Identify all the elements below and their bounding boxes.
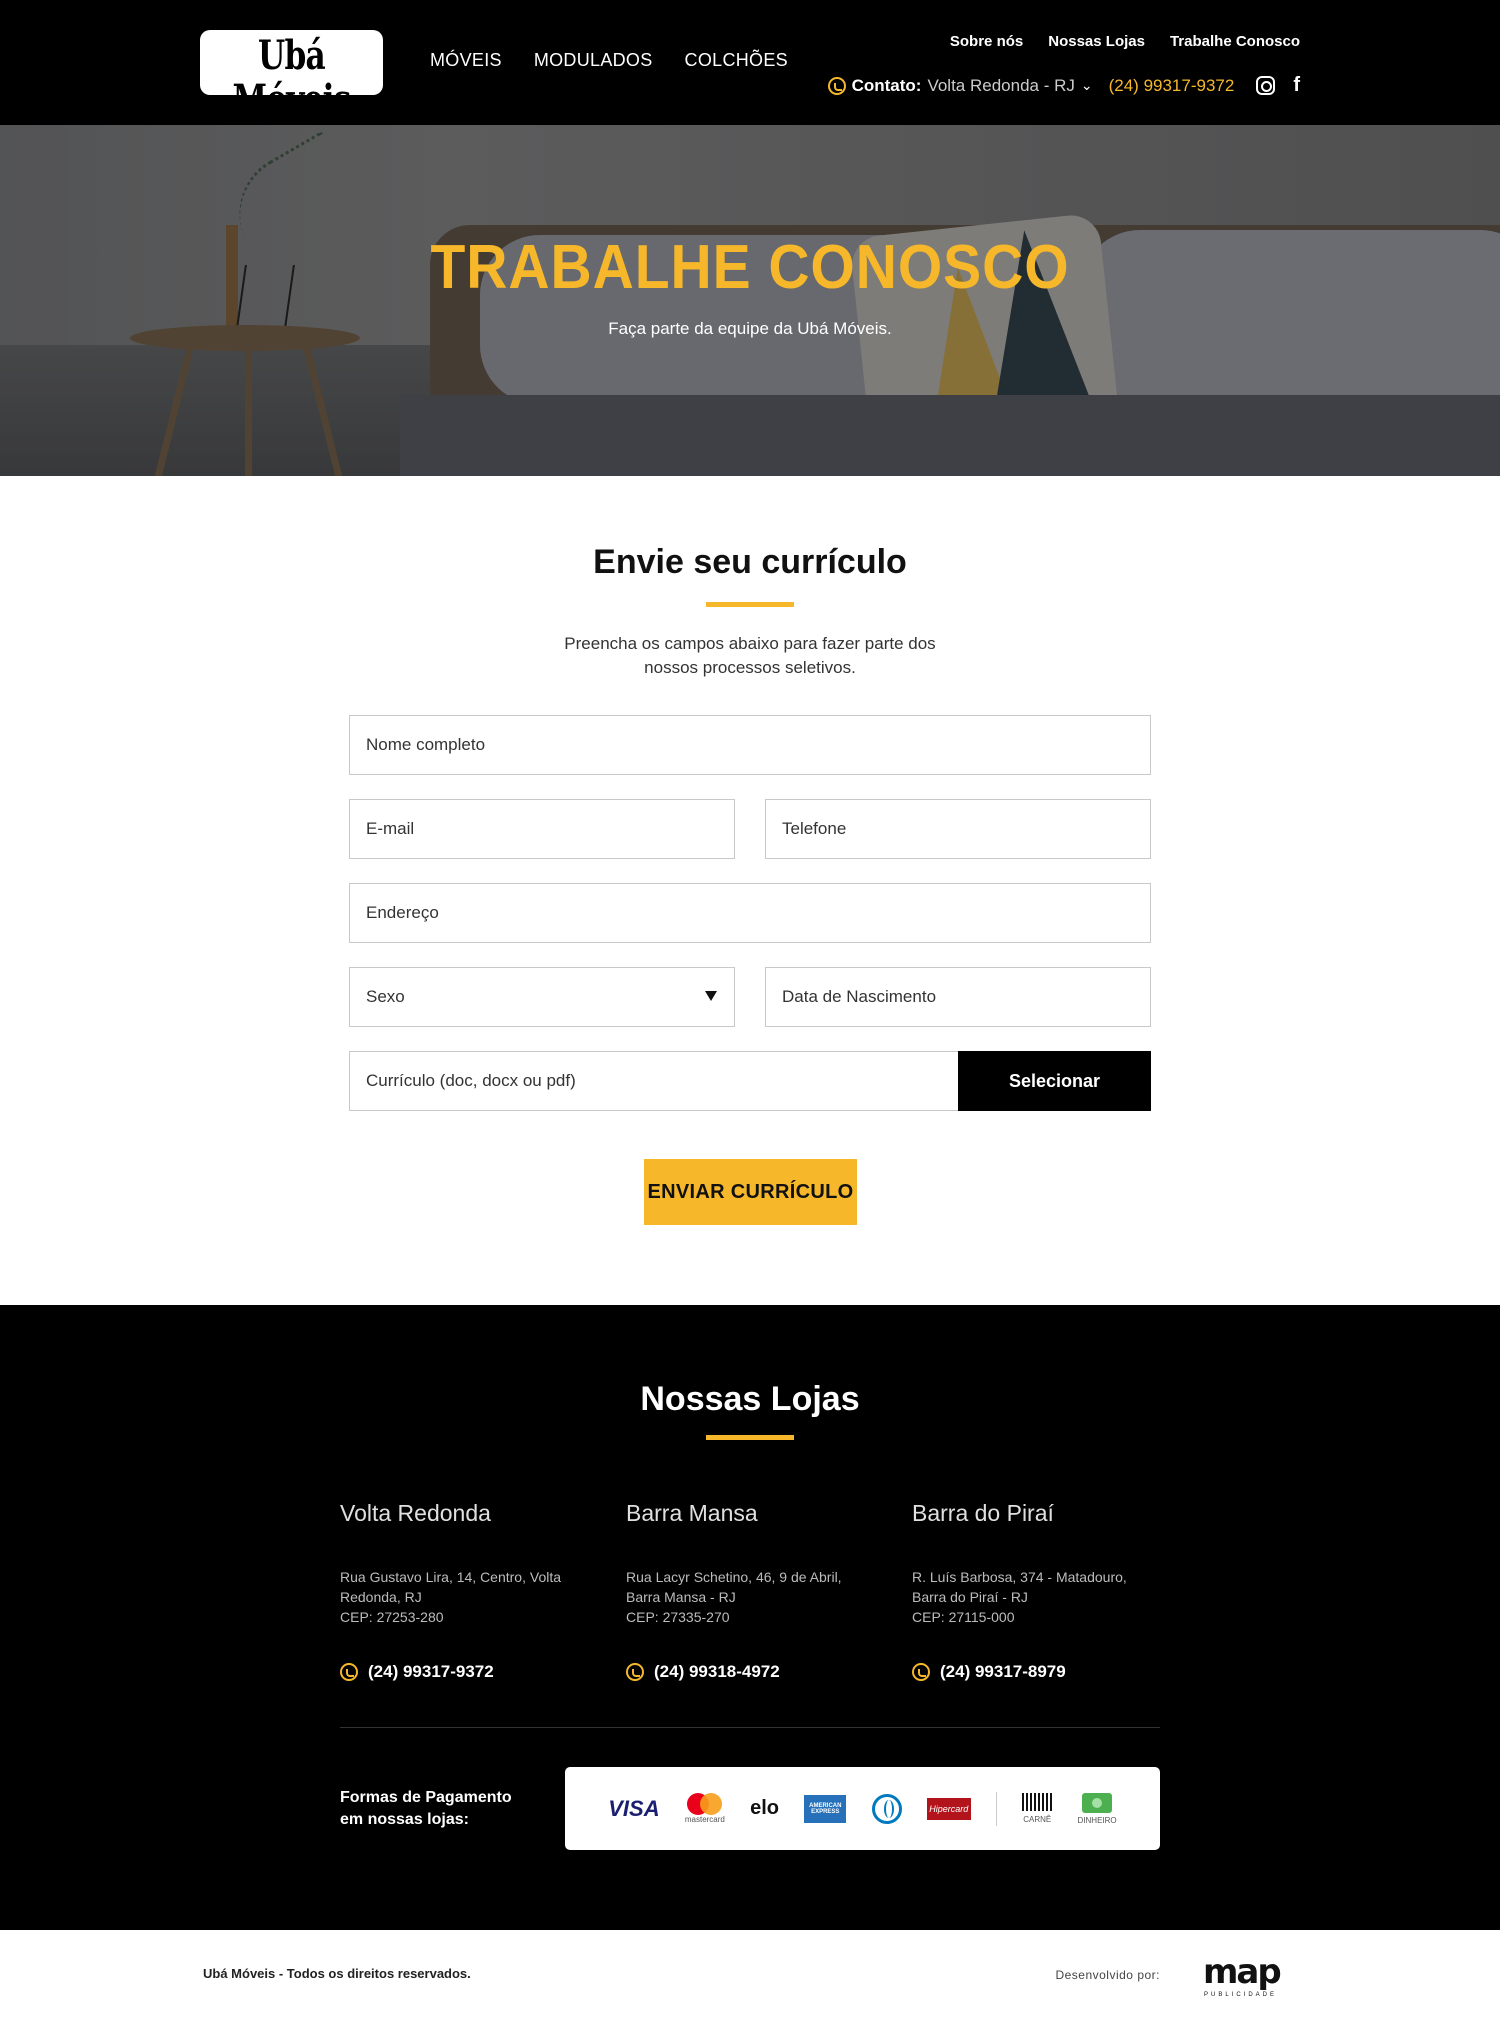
nav-modulados[interactable]: MODULADOS (534, 50, 653, 71)
store-volta-redonda: Volta Redonda Rua Gustavo Lira, 14, Cent… (340, 1500, 590, 1682)
store-name: Volta Redonda (340, 1500, 491, 1526)
store-barra-do-pirai: Barra do Piraí R. Luís Barbosa, 374 - Ma… (912, 1500, 1162, 1682)
payment-label-line2: em nossas lojas: (340, 1811, 469, 1828)
store-address: Rua Lacyr Schetino, 46, 9 de Abril, Barr… (626, 1567, 876, 1662)
store-phone-number: (24) 99318-4972 (654, 1662, 780, 1681)
cash-label: DINHEIRO (1077, 1815, 1117, 1825)
payment-methods: VISA mastercard elo AMERICAN EXPRESS Hip… (565, 1767, 1160, 1850)
main-nav: MÓVEIS MODULADOS COLCHÕES (430, 50, 788, 71)
stores-title-bold: Lojas (770, 1380, 860, 1418)
city-selector[interactable]: Volta Redonda - RJ (927, 76, 1074, 96)
cash-icon: DINHEIRO (1077, 1792, 1117, 1825)
caret-down-icon (705, 991, 717, 1001)
developed-by: Desenvolvido por: (1055, 1968, 1160, 1982)
hipercard-icon: Hipercard (926, 1797, 971, 1820)
footer-divider (340, 1727, 1160, 1728)
mastercard-label: mastercard (684, 1815, 725, 1824)
sex-select-value: Sexo (349, 967, 735, 1027)
stores-title-light: Nossas (640, 1380, 762, 1418)
store-phone[interactable]: (24) 99318-4972 (626, 1662, 876, 1682)
store-barra-mansa: Barra Mansa Rua Lacyr Schetino, 46, 9 de… (626, 1500, 876, 1682)
store-address: Rua Gustavo Lira, 14, Centro, Volta Redo… (340, 1567, 590, 1662)
facebook-icon[interactable]: f (1293, 74, 1300, 97)
link-sobre-nos[interactable]: Sobre nós (950, 33, 1023, 50)
sex-select[interactable]: Sexo (349, 967, 735, 1027)
whatsapp-icon (626, 1663, 644, 1681)
instagram-icon[interactable] (1256, 76, 1276, 95)
store-street: R. Luís Barbosa, 374 - Matadouro, Barra … (912, 1569, 1127, 1605)
store-cep: CEP: 27115-000 (912, 1609, 1015, 1625)
email-field[interactable]: E-mail (349, 799, 735, 859)
store-phone-number: (24) 99317-9372 (368, 1662, 494, 1681)
logo-wordmark: Ubá Móveis (232, 32, 351, 123)
carne-icon: CARNÊ (1022, 1793, 1053, 1824)
stores-title: Nossas Lojas (0, 1380, 1500, 1419)
carne-label: CARNÊ (1023, 1815, 1052, 1824)
store-cep: CEP: 27253-280 (340, 1609, 444, 1625)
whatsapp-icon (912, 1663, 930, 1681)
contact-row: Contato: Volta Redonda - RJ ⌄ (24) 99317… (827, 74, 1300, 97)
store-phone-number: (24) 99317-8979 (940, 1662, 1066, 1681)
store-phone[interactable]: (24) 99317-9372 (340, 1662, 590, 1682)
logo[interactable]: Ubá Móveis colchão & modulados (200, 30, 383, 132)
payment-separator (996, 1791, 998, 1826)
whatsapp-icon (827, 76, 846, 95)
mastercard-icon: mastercard (685, 1793, 725, 1824)
nav-moveis[interactable]: MÓVEIS (430, 50, 502, 71)
form-title: Envie seu currículo (593, 543, 907, 581)
stores-title-underline (706, 1435, 794, 1440)
store-address: R. Luís Barbosa, 374 - Matadouro, Barra … (912, 1567, 1162, 1662)
page: Ubá Móveis colchão & modulados MÓVEIS MO… (0, 0, 1500, 2017)
select-file-button[interactable]: Selecionar (958, 1051, 1151, 1111)
link-trabalhe-conosco[interactable]: Trabalhe Conosco (1170, 33, 1300, 50)
address-field[interactable]: Endereço (349, 883, 1151, 943)
site-footer: Nossas Lojas Volta Redonda Rua Gustavo L… (0, 1305, 1500, 1930)
whatsapp-icon (340, 1663, 358, 1681)
store-street: Rua Lacyr Schetino, 46, 9 de Abril, Barr… (626, 1569, 842, 1605)
submit-resume-button[interactable]: ENVIAR CURRÍCULO (644, 1159, 857, 1225)
hero-banner: TRABALHE CONOSCO Faça parte da equipe da… (0, 125, 1500, 476)
chevron-down-icon[interactable]: ⌄ (1081, 77, 1093, 94)
copyright: Ubá Móveis - Todos os direitos reservado… (203, 1966, 471, 1981)
store-phone[interactable]: (24) 99317-8979 (912, 1662, 1162, 1682)
payment-label-line1: Formas de Pagamento (340, 1789, 512, 1806)
store-name: Barra Mansa (626, 1500, 758, 1526)
store-cep: CEP: 27335-270 (626, 1609, 730, 1625)
form-description: Preencha os campos abaixo para fazer par… (564, 634, 936, 677)
phone-field[interactable]: Telefone (765, 799, 1151, 859)
site-header: Ubá Móveis colchão & modulados MÓVEIS MO… (0, 0, 1500, 132)
nav-colchoes[interactable]: COLCHÕES (685, 50, 788, 71)
store-name: Barra do Piraí (912, 1500, 1054, 1526)
link-nossas-lojas[interactable]: Nossas Lojas (1048, 33, 1145, 50)
hero-title: TRABALHE CONOSCO (430, 233, 1070, 302)
elo-icon: elo (750, 1797, 780, 1819)
amex-icon: AMERICAN EXPRESS (804, 1794, 847, 1823)
payment-label: Formas de Pagamento em nossas lojas: (340, 1787, 512, 1831)
top-links: Sobre nós Nossas Lojas Trabalhe Conosco (950, 33, 1300, 50)
header-phone[interactable]: (24) 99317-9372 (1109, 76, 1235, 96)
developer-logo[interactable]: map (1203, 1952, 1282, 1992)
name-field[interactable]: Nome completo (349, 715, 1151, 775)
bottom-bar: Ubá Móveis - Todos os direitos reservado… (0, 1930, 1500, 2017)
store-street: Rua Gustavo Lira, 14, Centro, Volta Redo… (340, 1569, 562, 1605)
diners-icon (871, 1793, 902, 1824)
resume-file-field[interactable]: Currículo (doc, docx ou pdf) (349, 1051, 959, 1111)
birthdate-field[interactable]: Data de Nascimento (765, 967, 1151, 1027)
developer-logo-sub: PUBLICIDADE (1204, 1992, 1278, 1998)
visa-icon: VISA (608, 1795, 660, 1821)
contact-label: Contato: (851, 75, 922, 95)
title-underline (706, 602, 794, 607)
hero-subtitle: Faça parte da equipe da Ubá Móveis. (608, 319, 892, 338)
